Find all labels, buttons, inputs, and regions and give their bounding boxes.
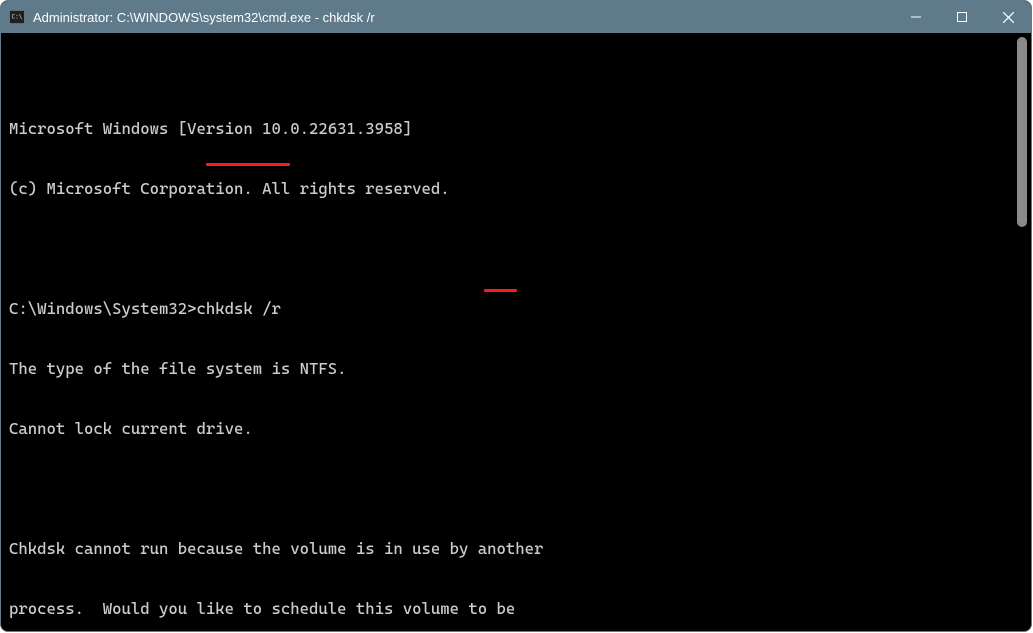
output-blank — [9, 239, 1023, 259]
window-controls — [893, 1, 1031, 33]
annotation-underline-command — [206, 163, 290, 166]
output-line: Chkdsk cannot run because the volume is … — [9, 539, 1023, 559]
svg-text:C:\: C:\ — [12, 14, 23, 21]
output-line: Cannot lock current drive. — [9, 419, 1023, 439]
minimize-button[interactable] — [893, 1, 939, 33]
output-line: process. Would you like to schedule this… — [9, 599, 1023, 619]
output-line: Microsoft Windows [Version 10.0.22631.39… — [9, 119, 1023, 139]
prompt-line: C:\Windows\System32>chkdsk /r — [9, 299, 1023, 319]
maximize-button[interactable] — [939, 1, 985, 33]
annotation-underline-response — [484, 289, 517, 292]
output-blank — [9, 479, 1023, 499]
cmd-icon: C:\ — [9, 9, 25, 25]
vertical-scrollbar-thumb[interactable] — [1017, 37, 1027, 227]
close-button[interactable] — [985, 1, 1031, 33]
output-line: The type of the file system is NTFS. — [9, 359, 1023, 379]
prompt-prefix: C:\Windows\System32> — [9, 299, 197, 318]
entered-command: chkdsk /r — [197, 299, 281, 318]
terminal-output[interactable]: Microsoft Windows [Version 10.0.22631.39… — [1, 33, 1031, 631]
window-title: Administrator: C:\WINDOWS\system32\cmd.e… — [33, 10, 375, 25]
output-line: (c) Microsoft Corporation. All rights re… — [9, 179, 1023, 199]
cmd-window: C:\ Administrator: C:\WINDOWS\system32\c… — [0, 0, 1032, 632]
titlebar[interactable]: C:\ Administrator: C:\WINDOWS\system32\c… — [1, 1, 1031, 33]
